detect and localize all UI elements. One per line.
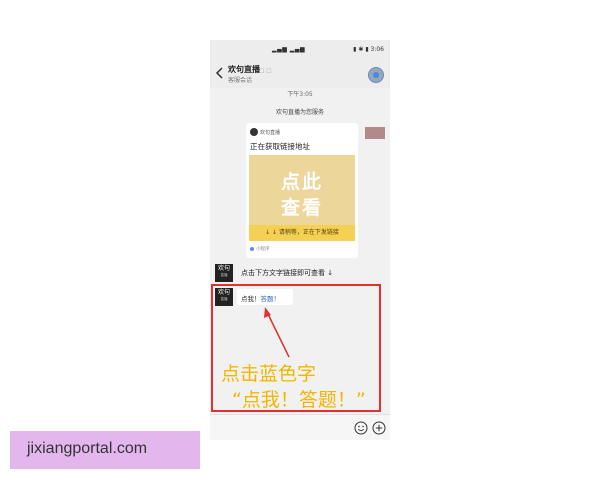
- card-image[interactable]: 点此 查看 ↓ ↓ 请稍等，正在下发链接: [249, 155, 355, 241]
- avatar-label: 欢句: [217, 265, 230, 272]
- status-bar: ▂▄▆ ▂▄▆ ▮ ✱ ▮ 3:06: [210, 40, 390, 58]
- card-image-text-line2: 查看: [280, 197, 323, 219]
- plus-icon[interactable]: [372, 421, 386, 435]
- pointer-arrow-icon: [264, 307, 290, 358]
- instruction-message: 点击下方文字链接即可查看 ↓: [241, 269, 334, 277]
- watermark-text: jixiangportal.com: [27, 440, 148, 457]
- back-arrow-icon[interactable]: [215, 66, 225, 80]
- message-timestamp: 下午3:05: [287, 91, 313, 98]
- notification-dot-icon: [373, 72, 379, 78]
- card-image-banner: ↓ ↓ 请稍等，正在下发链接: [249, 225, 355, 241]
- user-avatar: [365, 127, 385, 139]
- emoji-icon[interactable]: [354, 421, 368, 435]
- card-title: 正在获取链接地址: [250, 142, 310, 151]
- input-bar: [210, 414, 390, 440]
- annotation-caption-line1: 点击蓝色字: [221, 363, 317, 385]
- header-extra-icons: ☐ ☐: [259, 68, 272, 75]
- card-image-text-line1: 点此: [280, 171, 323, 193]
- card-footer-label: 小程序: [256, 247, 270, 252]
- annotation-caption-line2: “点我！答题！”: [232, 389, 366, 411]
- service-notice: 欢句直播为您服务: [275, 109, 324, 116]
- chat-title: 欢句直播: [228, 65, 260, 74]
- chat-header: 欢句直播 客服会话 ☐ ☐: [210, 58, 390, 88]
- sender-avatar[interactable]: 欢句 直播: [215, 264, 233, 282]
- avatar-sublabel: 直播: [220, 273, 228, 277]
- card-source: 欢句直播: [260, 130, 281, 136]
- chat-subtitle: 客服会话: [228, 77, 253, 84]
- mini-program-card[interactable]: 欢句直播 正在获取链接地址 点此 查看 ↓ ↓ 请稍等，正在下发链接 小程序: [246, 123, 358, 258]
- status-clock: ▮ ✱ ▮ 3:06: [353, 46, 384, 53]
- profile-avatar[interactable]: [368, 67, 384, 83]
- card-footer: 小程序: [250, 246, 270, 252]
- status-signal: ▂▄▆ ▂▄▆: [272, 46, 306, 53]
- card-source-logo-icon: [250, 128, 258, 136]
- mini-program-icon: [250, 246, 254, 251]
